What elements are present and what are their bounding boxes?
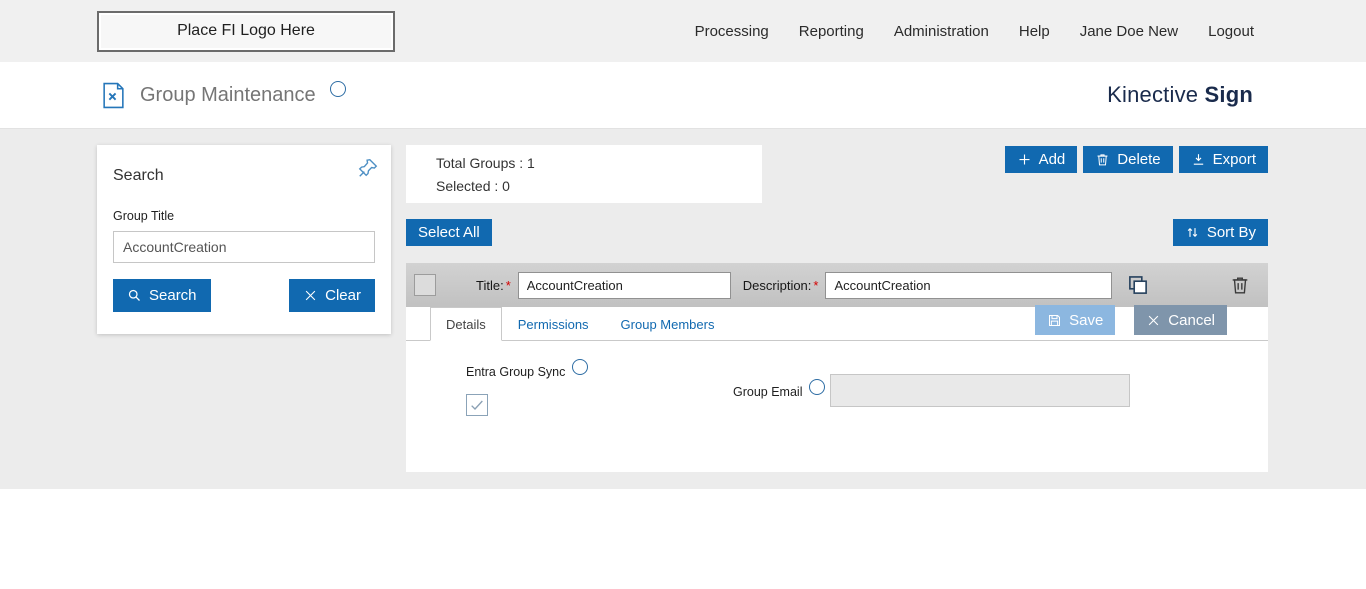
nav-reporting[interactable]: Reporting — [799, 23, 864, 40]
summary-box: Total Groups : 1 Selected : 0 — [406, 145, 762, 203]
clear-button[interactable]: Clear — [289, 279, 375, 312]
copy-button[interactable] — [1125, 272, 1151, 298]
required-asterisk: * — [813, 278, 818, 293]
group-editor-panel: Details Permissions Group Members Save C… — [406, 307, 1268, 472]
row-checkbox[interactable] — [414, 274, 436, 296]
title-input[interactable] — [518, 272, 731, 299]
title-label: Title:* — [476, 278, 511, 293]
description-label: Description:* — [743, 278, 819, 293]
select-all-button[interactable]: Select All — [406, 219, 492, 246]
tab-group-members[interactable]: Group Members — [605, 307, 731, 340]
pin-icon[interactable] — [357, 157, 379, 179]
row-delete-button[interactable] — [1229, 274, 1251, 296]
tab-permissions[interactable]: Permissions — [502, 307, 605, 340]
top-bar: Place FI Logo Here Processing Reporting … — [0, 0, 1366, 62]
search-buttons-row: Search Clear — [113, 279, 375, 312]
check-icon — [469, 397, 485, 413]
group-title-search-input[interactable] — [113, 231, 375, 263]
plus-icon — [1017, 152, 1032, 167]
group-actions-toolbar: Add Delete Export — [1005, 146, 1268, 173]
search-icon — [127, 288, 142, 303]
search-panel: Search Group Title Search Clear — [97, 145, 391, 334]
tab-details[interactable]: Details — [430, 307, 502, 341]
add-button[interactable]: Add — [1005, 146, 1078, 173]
group-email-input — [830, 374, 1130, 407]
download-icon — [1191, 152, 1206, 167]
save-button[interactable]: Save — [1035, 305, 1115, 335]
group-email-label: Group Email — [733, 384, 825, 400]
brand-logo: Kinective Sign — [1107, 82, 1253, 108]
page: Place FI Logo Here Processing Reporting … — [0, 0, 1366, 589]
copy-icon — [1125, 272, 1151, 298]
bottom-strip — [0, 489, 1366, 589]
nav-processing[interactable]: Processing — [695, 23, 769, 40]
sort-arrows-icon — [1185, 225, 1200, 240]
search-panel-title: Search — [113, 167, 375, 185]
brand-name-bold: Sign — [1205, 82, 1253, 107]
x-icon — [303, 288, 318, 303]
top-navigation: Processing Reporting Administration Help… — [695, 23, 1254, 40]
group-title-label: Group Title — [113, 209, 375, 223]
selected-count: Selected : 0 — [436, 178, 762, 194]
info-icon[interactable] — [330, 81, 346, 97]
entra-group-sync-checkbox[interactable] — [466, 394, 488, 416]
group-email-field: Group Email — [733, 363, 1130, 407]
search-button[interactable]: Search — [113, 279, 211, 312]
fi-logo-placeholder: Place FI Logo Here — [97, 11, 395, 52]
nav-logout[interactable]: Logout — [1208, 23, 1254, 40]
description-input[interactable] — [825, 272, 1112, 299]
required-asterisk: * — [506, 278, 511, 293]
page-header: Group Maintenance Kinective Sign — [0, 62, 1366, 129]
trash-icon — [1229, 274, 1251, 296]
tab-bar: Details Permissions Group Members Save C… — [406, 307, 1268, 341]
group-row: Title:* Description:* — [406, 263, 1268, 307]
export-button[interactable]: Export — [1179, 146, 1268, 173]
content-area: Search Group Title Search Clear Total Gr… — [0, 129, 1366, 589]
nav-user-jane-doe-new[interactable]: Jane Doe New — [1080, 23, 1178, 40]
group-maintenance-icon — [100, 82, 127, 109]
sort-by-button[interactable]: Sort By — [1173, 219, 1268, 246]
x-icon — [1146, 313, 1161, 328]
fi-logo-label: Place FI Logo Here — [177, 22, 315, 40]
brand-name: Kinective — [1107, 82, 1198, 107]
entra-group-sync-label: Entra Group Sync — [466, 364, 588, 380]
cancel-button[interactable]: Cancel — [1134, 305, 1227, 335]
trash-icon — [1095, 152, 1110, 167]
info-icon[interactable] — [809, 379, 825, 395]
delete-button[interactable]: Delete — [1083, 146, 1172, 173]
save-icon — [1047, 313, 1062, 328]
info-icon[interactable] — [572, 359, 588, 375]
nav-administration[interactable]: Administration — [894, 23, 989, 40]
total-groups-count: Total Groups : 1 — [436, 155, 762, 171]
entra-group-sync-field: Entra Group Sync — [466, 363, 588, 416]
panel-actions: Save Cancel — [1035, 305, 1227, 335]
nav-help[interactable]: Help — [1019, 23, 1050, 40]
page-title: Group Maintenance — [140, 84, 316, 107]
